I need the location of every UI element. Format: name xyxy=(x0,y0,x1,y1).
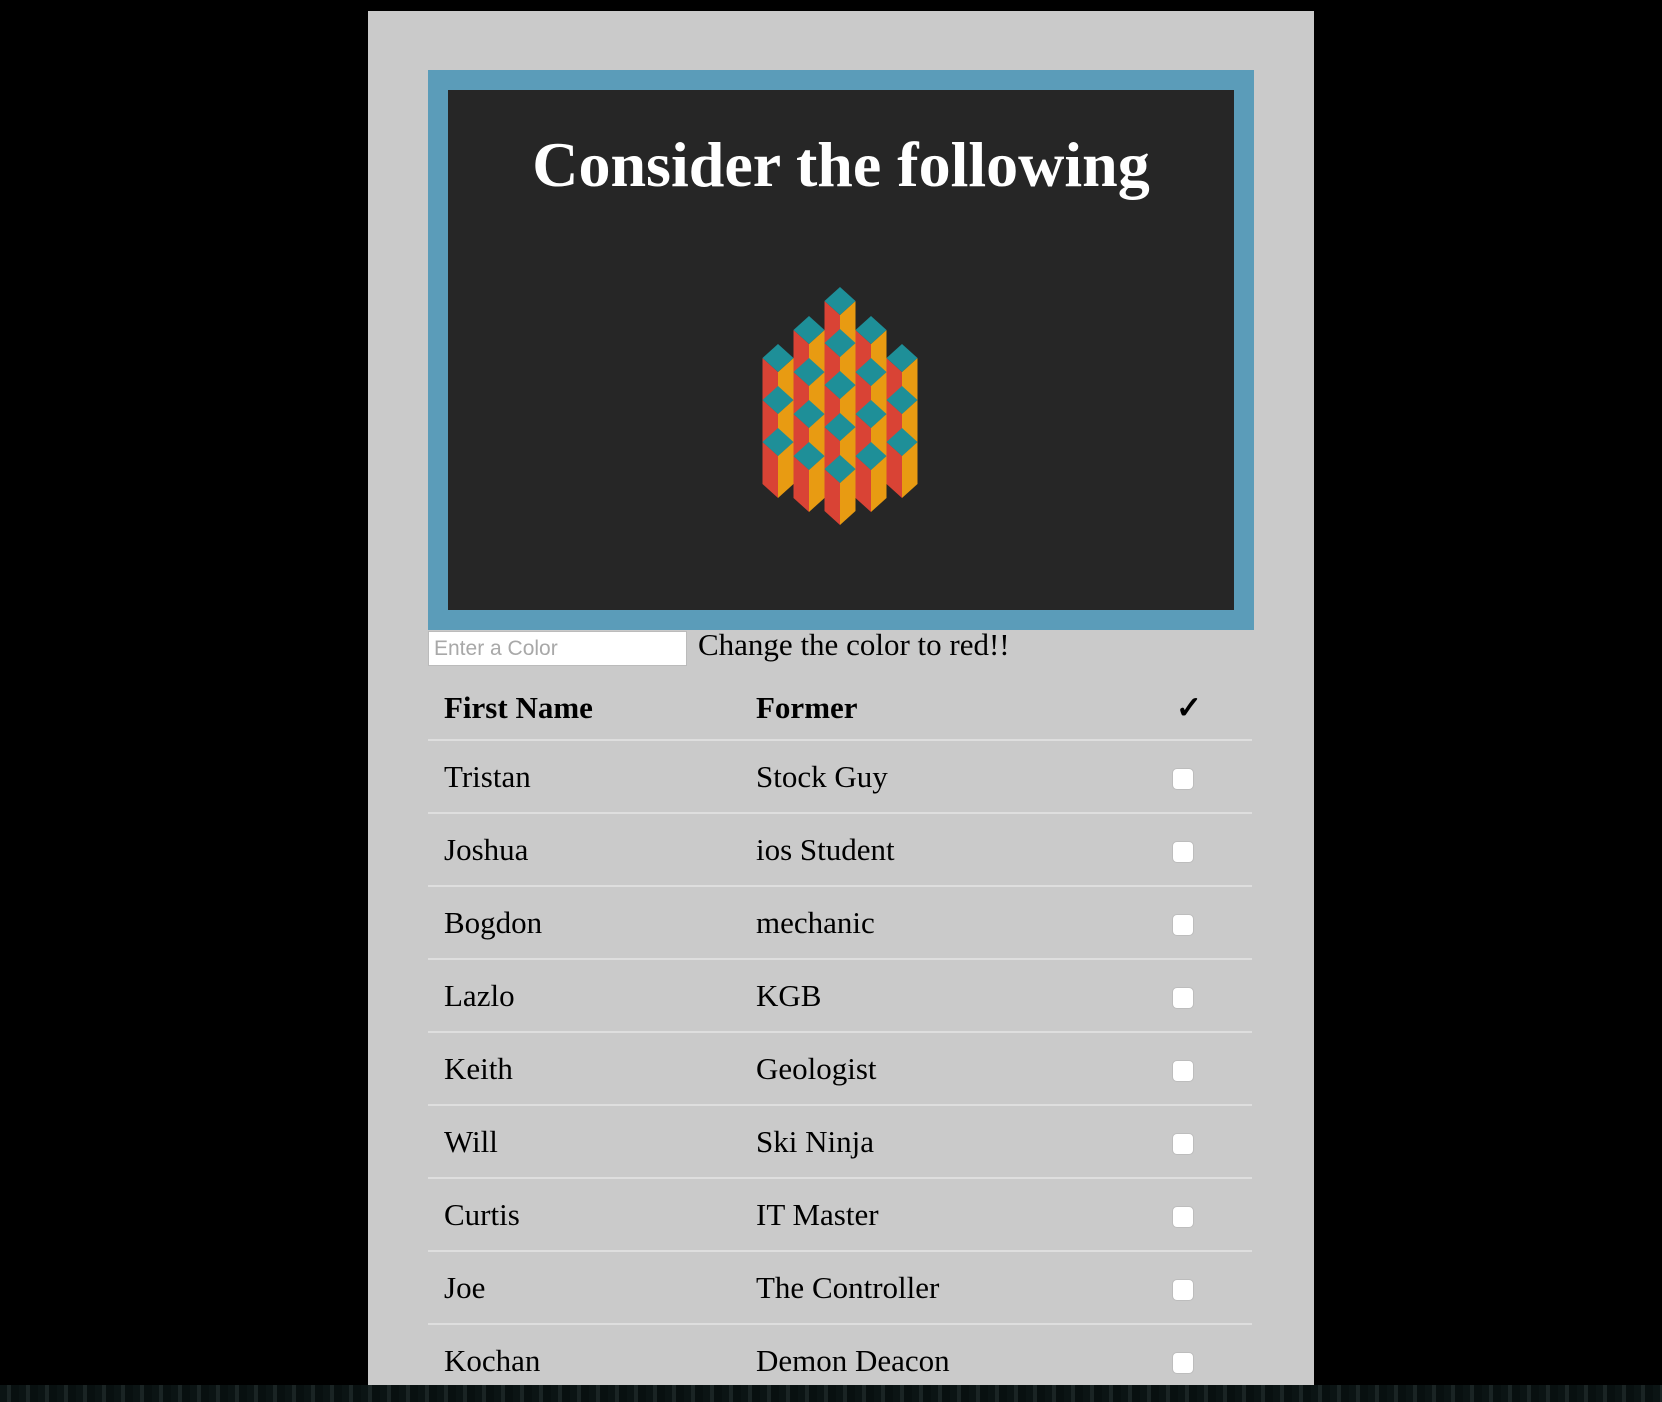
row-checkbox[interactable] xyxy=(1172,1352,1194,1375)
desktop-background xyxy=(0,1385,1662,1402)
header-check: ✓ xyxy=(1138,677,1252,741)
former-cell: Stock Guy xyxy=(740,740,1138,814)
row-checkbox[interactable] xyxy=(1172,987,1194,1010)
table-row: Will Ski Ninja xyxy=(428,1105,1252,1179)
check-cell xyxy=(1138,1251,1252,1325)
table-row: Lazlo KGB xyxy=(428,959,1252,1033)
check-cell xyxy=(1138,1178,1252,1252)
row-checkbox[interactable] xyxy=(1172,1060,1194,1083)
header-former: Former xyxy=(740,677,1138,741)
row-checkbox[interactable] xyxy=(1172,1206,1194,1229)
header-first-name: First Name xyxy=(428,677,740,741)
first-name-cell: Tristan xyxy=(428,740,740,814)
checkmark-icon: ✓ xyxy=(1176,690,1202,725)
row-checkbox[interactable] xyxy=(1172,1279,1194,1302)
check-cell xyxy=(1138,1032,1252,1106)
color-hint: Change the color to red!! xyxy=(698,627,1010,662)
former-cell: IT Master xyxy=(740,1178,1138,1252)
check-cell xyxy=(1138,740,1252,814)
first-name-cell: Joe xyxy=(428,1251,740,1325)
table-header-row: First Name Former ✓ xyxy=(428,677,1252,741)
page-panel: Consider the following Change the color … xyxy=(368,11,1314,1385)
first-name-cell: Will xyxy=(428,1105,740,1179)
row-checkbox[interactable] xyxy=(1172,768,1194,791)
former-cell: KGB xyxy=(740,959,1138,1033)
table-row: Joshua ios Student xyxy=(428,813,1252,887)
former-cell: ios Student xyxy=(740,813,1138,887)
table-row: Curtis IT Master xyxy=(428,1178,1252,1252)
color-input[interactable] xyxy=(428,631,687,666)
row-checkbox[interactable] xyxy=(1172,1133,1194,1156)
people-table: First Name Former ✓ Tristan Stock Guy Jo… xyxy=(428,677,1252,1396)
check-cell xyxy=(1138,1105,1252,1179)
row-checkbox[interactable] xyxy=(1172,841,1194,864)
check-cell xyxy=(1138,886,1252,960)
table-row: Keith Geologist xyxy=(428,1032,1252,1106)
former-cell: mechanic xyxy=(740,886,1138,960)
table-row: Tristan Stock Guy xyxy=(428,740,1252,814)
first-name-cell: Curtis xyxy=(428,1178,740,1252)
check-cell xyxy=(1138,959,1252,1033)
first-name-cell: Joshua xyxy=(428,813,740,887)
table-row: Bogdon mechanic xyxy=(428,886,1252,960)
row-checkbox[interactable] xyxy=(1172,914,1194,937)
banner: Consider the following xyxy=(428,70,1254,630)
former-cell: Ski Ninja xyxy=(740,1105,1138,1179)
former-cell: Geologist xyxy=(740,1032,1138,1106)
table-row: Joe The Controller xyxy=(428,1251,1252,1325)
first-name-cell: Lazlo xyxy=(428,959,740,1033)
cube-logo-icon xyxy=(762,287,918,525)
first-name-cell: Bogdon xyxy=(428,886,740,960)
check-cell xyxy=(1138,813,1252,887)
first-name-cell: Keith xyxy=(428,1032,740,1106)
former-cell: The Controller xyxy=(740,1251,1138,1325)
